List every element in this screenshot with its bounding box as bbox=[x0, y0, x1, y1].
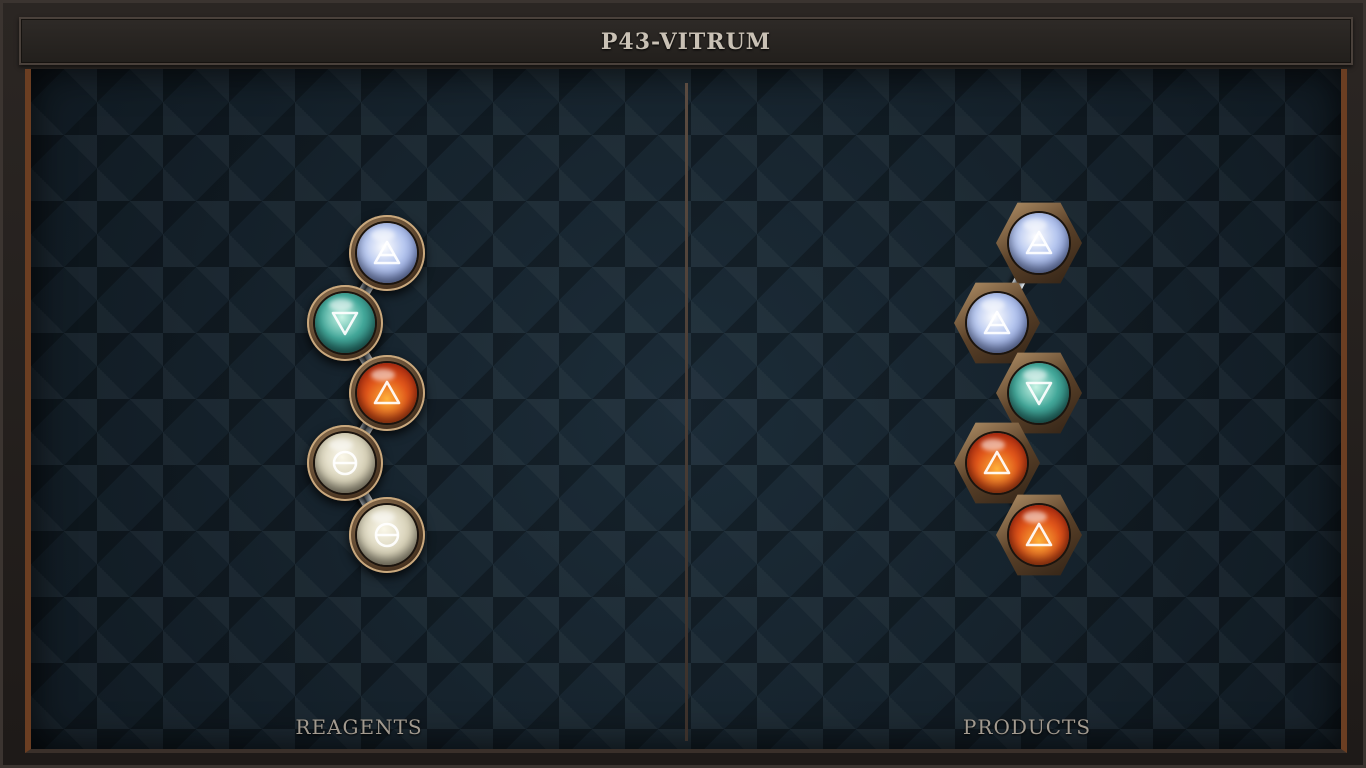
water-orb bbox=[1009, 363, 1069, 423]
air-triangle-icon bbox=[357, 223, 417, 283]
reaction-board: REAGENTS PRODUCTS bbox=[25, 69, 1347, 753]
water-triangle-icon bbox=[315, 293, 375, 353]
products-molecule[interactable] bbox=[31, 69, 1341, 749]
fire-orb bbox=[967, 433, 1027, 493]
fire-triangle-icon bbox=[357, 363, 417, 423]
atom-water[interactable] bbox=[307, 285, 383, 361]
fire-orb bbox=[1009, 505, 1069, 565]
products-label: PRODUCTS bbox=[962, 715, 1092, 739]
atom-salt[interactable] bbox=[349, 497, 425, 573]
salt-theta-icon bbox=[315, 433, 375, 493]
atom-fire[interactable] bbox=[349, 355, 425, 431]
fire-triangle-icon bbox=[967, 433, 1027, 493]
fire-triangle-icon bbox=[1009, 505, 1069, 565]
reagents-label: REAGENTS bbox=[295, 715, 423, 739]
salt-theta-icon bbox=[357, 505, 417, 565]
salt-orb bbox=[315, 433, 375, 493]
atom-fire[interactable] bbox=[996, 494, 1082, 576]
salt-orb bbox=[357, 505, 417, 565]
air-orb bbox=[1009, 213, 1069, 273]
atom-air[interactable] bbox=[349, 215, 425, 291]
fire-orb bbox=[357, 363, 417, 423]
window-frame: P43-VITRUM REAGENTS PRODUCTS bbox=[0, 0, 1366, 768]
air-triangle-icon bbox=[1009, 213, 1069, 273]
puzzle-title: P43-VITRUM bbox=[19, 17, 1353, 65]
water-triangle-icon bbox=[1009, 363, 1069, 423]
air-orb bbox=[967, 293, 1027, 353]
water-orb bbox=[315, 293, 375, 353]
air-triangle-icon bbox=[967, 293, 1027, 353]
air-orb bbox=[357, 223, 417, 283]
atom-air[interactable] bbox=[996, 202, 1082, 284]
atom-salt[interactable] bbox=[307, 425, 383, 501]
